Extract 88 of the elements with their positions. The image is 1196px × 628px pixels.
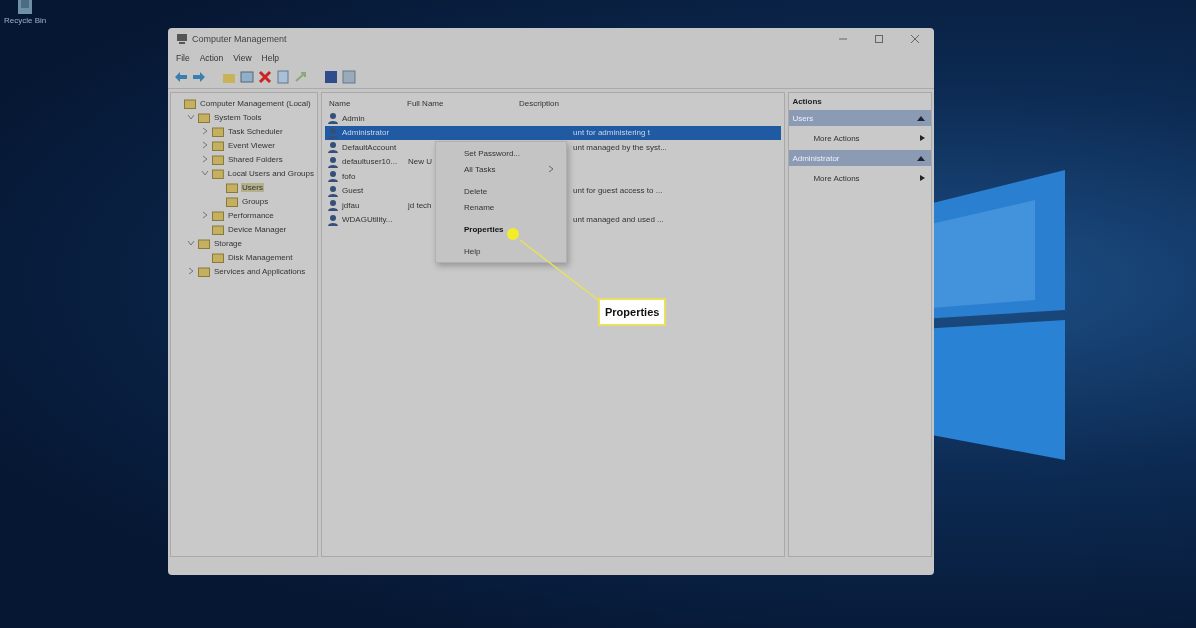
menu-item[interactable]: View	[233, 53, 252, 63]
tree-item[interactable]: Groups	[241, 196, 270, 206]
menu-item[interactable]: Rename	[436, 199, 566, 215]
table-cell[interactable]: WDAGUtility...	[342, 215, 405, 225]
submenu-arrow-icon	[920, 135, 925, 141]
menu-item[interactable]: All Tasks	[436, 161, 566, 177]
tree-item[interactable]: Shared Folders	[227, 154, 284, 164]
collapse-caret-icon[interactable]	[201, 127, 209, 135]
menu-item[interactable]: Properties	[436, 221, 566, 237]
table-cell: unt for administering t	[573, 128, 650, 138]
menu-item[interactable]: Set Password...	[436, 145, 566, 161]
forward-arrow-icon[interactable]	[192, 71, 206, 83]
table-cell[interactable]: Guest	[342, 186, 405, 196]
folder-icon	[198, 237, 210, 249]
actions-title: Actions	[791, 96, 823, 108]
tree-item[interactable]: Storage	[213, 238, 244, 248]
folder-icon	[226, 195, 238, 207]
column-header[interactable]: Full Name	[407, 98, 519, 108]
folder-icon	[198, 265, 210, 277]
table-cell[interactable]: Admin	[342, 113, 405, 123]
folder-icon	[184, 97, 196, 109]
tree-item[interactable]: Event Viewer	[227, 140, 276, 150]
close-icon[interactable]	[910, 34, 920, 44]
user-icon	[327, 112, 339, 125]
folder-icon	[212, 139, 224, 151]
tree-item[interactable]: Services and Applications	[213, 266, 307, 276]
maximize-icon[interactable]	[874, 34, 884, 44]
collapse-caret-icon[interactable]	[201, 211, 209, 219]
expand-caret-icon[interactable]	[187, 239, 195, 247]
menu-item[interactable]: Help	[436, 243, 566, 259]
folder-icon	[211, 167, 224, 179]
user-icon	[327, 126, 339, 139]
folder-icon	[198, 111, 210, 123]
tree-item[interactable]: Local Users and Groups	[226, 168, 315, 178]
table-cell: jd tech	[408, 200, 432, 210]
desktop-icon-label[interactable]: Recycle Bin	[4, 16, 47, 25]
user-icon	[327, 213, 339, 226]
tree-item[interactable]: System Tools	[213, 112, 263, 122]
table-cell[interactable]: defaultuser10...	[342, 157, 405, 167]
menu-item[interactable]: Delete	[436, 183, 566, 199]
tree-item[interactable]: Task Scheduler	[227, 126, 284, 136]
user-icon	[327, 141, 339, 154]
column-header[interactable]: Name	[329, 98, 407, 108]
tree-item[interactable]: Users	[241, 182, 264, 192]
tree-item[interactable]: Device Manager	[227, 224, 288, 234]
menu-item[interactable]: Action	[199, 53, 224, 63]
folder-icon	[212, 251, 224, 263]
action-item[interactable]: More Actions	[789, 166, 931, 190]
menu-item[interactable]: File	[176, 53, 190, 63]
selected-row-highlight[interactable]: Administrator unt for administering t	[325, 125, 782, 140]
action-item[interactable]: More Actions	[789, 126, 931, 150]
folder-icon	[226, 181, 238, 193]
tree-item[interactable]: Performance	[227, 210, 275, 220]
callout-label: Properties	[598, 298, 667, 326]
table-cell[interactable]: jdfau	[342, 200, 405, 210]
tree-item[interactable]: Computer Management (Local)	[199, 98, 312, 108]
expand-caret-icon[interactable]	[187, 113, 195, 121]
collapse-caret-icon[interactable]	[187, 267, 195, 275]
computer-icon	[176, 33, 188, 45]
pointer-dot-icon	[506, 227, 520, 241]
user-icon	[327, 155, 339, 168]
table-cell: unt for guest access to ...	[573, 186, 663, 196]
table-cell[interactable]: fofo	[342, 171, 405, 181]
delete-icon[interactable]	[258, 70, 272, 84]
collapse-caret-icon[interactable]	[201, 141, 209, 149]
export-icon[interactable]	[294, 70, 308, 84]
collapse-icon	[917, 115, 925, 121]
folder-icon	[212, 125, 224, 137]
folder-icon	[212, 209, 224, 221]
user-icon	[327, 170, 339, 183]
folder-icon	[212, 153, 224, 165]
tree-item[interactable]: Disk Management	[227, 252, 294, 262]
folder-icon	[212, 223, 224, 235]
table-cell[interactable]: DefaultAccount	[342, 142, 405, 152]
user-icon	[327, 199, 339, 212]
table-cell[interactable]: Administrator	[342, 128, 405, 138]
column-header[interactable]: Description	[519, 98, 559, 108]
table-cell: New U	[408, 157, 432, 167]
table-cell: unt managed by the syst...	[573, 142, 667, 152]
collapse-icon	[917, 155, 925, 161]
expand-caret-icon[interactable]	[201, 169, 209, 177]
submenu-arrow-icon	[920, 175, 925, 181]
collapse-caret-icon[interactable]	[201, 155, 209, 163]
user-icon	[327, 184, 339, 197]
window-title: Computer Management	[192, 34, 287, 44]
table-cell: unt managed and used ...	[573, 215, 664, 225]
back-arrow-icon[interactable]	[174, 71, 188, 83]
menu-item[interactable]: Help	[261, 53, 280, 63]
